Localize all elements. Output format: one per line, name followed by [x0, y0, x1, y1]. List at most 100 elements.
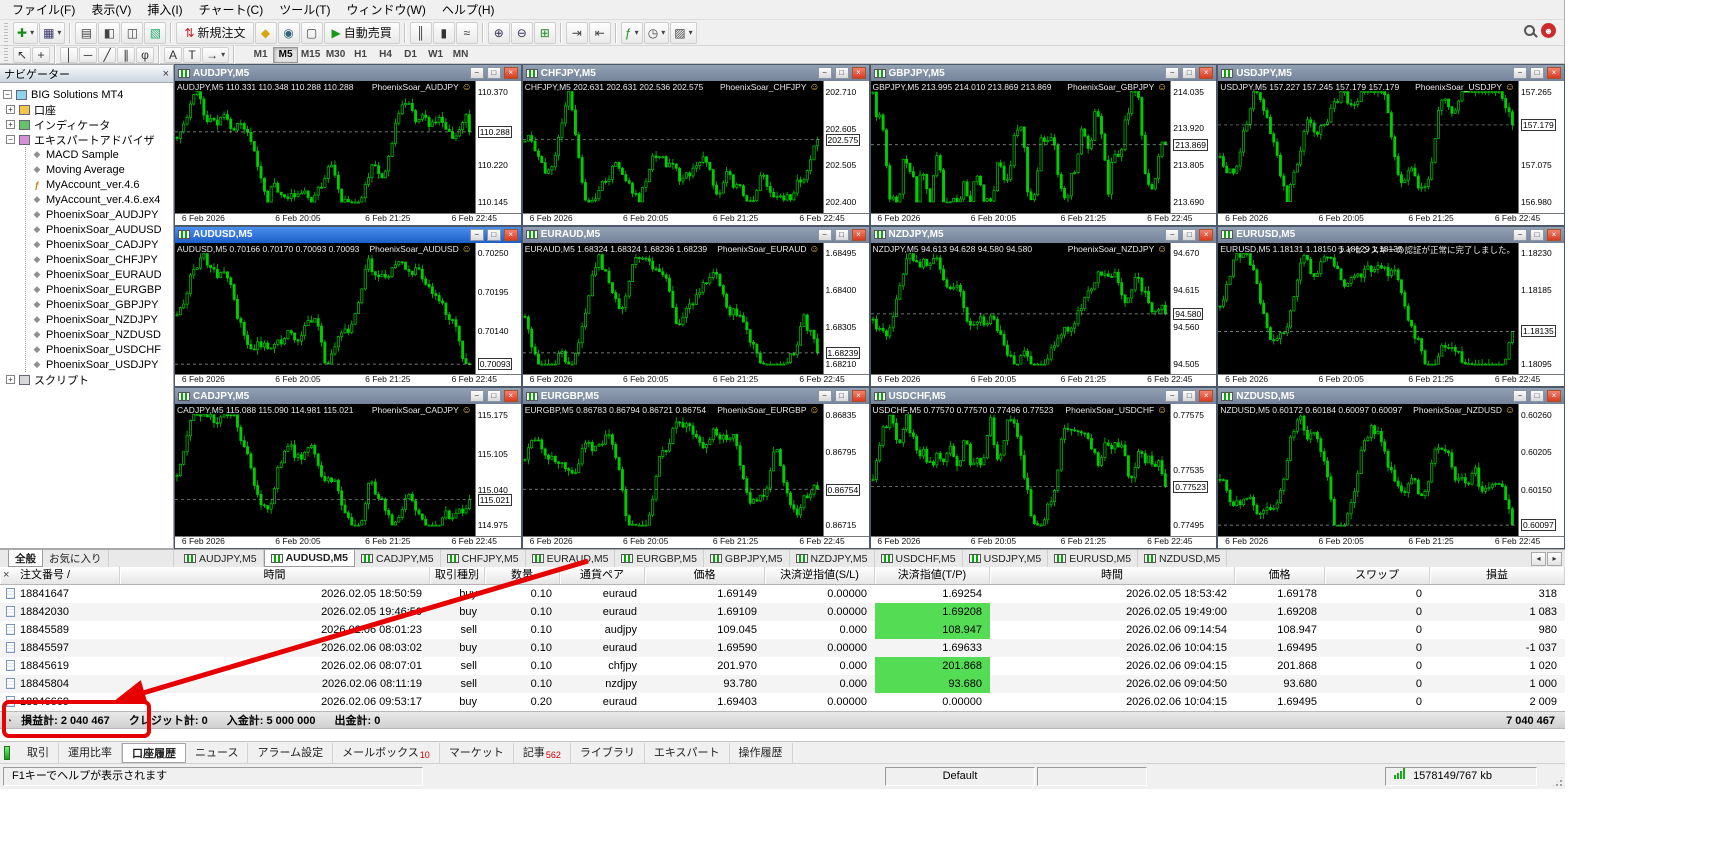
chart-close-button[interactable]: × [1199, 67, 1214, 79]
tab-scroll-left-button[interactable]: ◂ [1531, 551, 1546, 566]
expand-icon[interactable]: + [6, 375, 15, 384]
chart-minimize-button[interactable]: − [1165, 67, 1180, 79]
chart-close-button[interactable]: × [851, 228, 866, 241]
chart-minimize-button[interactable]: − [1513, 390, 1527, 403]
chart-restore-button[interactable]: □ [1530, 228, 1544, 241]
column-header-1[interactable]: 時間 [120, 567, 430, 584]
history-row-18842030[interactable]: 18842030 2026.02.05 19:46:50 buy 0.10 euraud… [0, 603, 1565, 621]
templates-button[interactable]: ▨ ▾ [670, 21, 697, 44]
chart-minimize-button[interactable]: − [817, 67, 832, 79]
tree-item-phoenixsoar-gbpjpy[interactable]: ◆ PhoenixSoar_GBPJPY [26, 297, 173, 312]
chart-minimize-button[interactable]: − [469, 390, 484, 403]
timeframe-m5-button[interactable]: M5 [273, 46, 299, 63]
chart-close-button[interactable]: × [503, 67, 518, 79]
chart-window-nzdusd-m5[interactable]: NZDUSD,M5 − □ × NZDUSD,M5 0.60172 0.60184 0.… [1217, 387, 1565, 549]
timeframe-d1-button[interactable]: D1 [398, 47, 423, 63]
tree-item-macd-sample[interactable]: ◆ MACD Sample [26, 147, 173, 162]
chart-restore-button[interactable]: □ [1182, 390, 1197, 403]
menu-item-2[interactable]: 挿入(I) [139, 0, 190, 20]
crosshair-button[interactable]: + [32, 46, 51, 63]
history-row-18845619[interactable]: 18845619 2026.02.06 08:07:01 sell 0.10 chfjp… [0, 657, 1565, 675]
auto-scroll-button[interactable]: ⇥ [565, 21, 588, 44]
chart-restore-button[interactable]: □ [834, 67, 849, 79]
text-button[interactable]: A [164, 46, 183, 63]
history-row-18845589[interactable]: 18845589 2026.02.06 08:01:23 sell 0.10 audjp… [0, 621, 1565, 639]
new-order-button[interactable]: ⇅ 新規注文 [176, 21, 254, 44]
column-header-9[interactable]: 価格 [1235, 567, 1325, 584]
column-header-10[interactable]: スワップ [1325, 567, 1430, 584]
history-row-18846669[interactable]: 18846669 2026.02.06 09:53:17 buy 0.20 euraud… [0, 693, 1565, 711]
menu-item-5[interactable]: ウィンドウ(W) [339, 0, 434, 20]
tree-item-phoenixsoar-chfjpy[interactable]: ◆ PhoenixSoar_CHFJPY [26, 252, 173, 267]
chart-minimize-button[interactable]: − [817, 390, 832, 403]
chart-window-eurgbp-m5[interactable]: EURGBP,M5 − □ × EURGBP,M5 0.86783 0.86794 0.… [521, 387, 870, 549]
bar-chart-button[interactable]: ║ [409, 21, 432, 44]
text-label-button[interactable]: T [183, 46, 202, 63]
chart-window-nzdjpy-m5[interactable]: NZDJPY,M5 − □ × NZDJPY,M5 94.613 94.628 94.5… [869, 225, 1218, 388]
chart-restore-button[interactable]: □ [486, 228, 501, 241]
chart-shift-button[interactable]: ⇤ [588, 21, 611, 44]
chart-restore-button[interactable]: □ [1530, 390, 1544, 403]
trendline-button[interactable]: ╱ [98, 46, 117, 63]
menu-item-0[interactable]: ファイル(F) [4, 0, 83, 20]
fullscreen-button[interactable]: ▢ [300, 21, 323, 44]
chart-plot[interactable]: CADJPY,M5 115.088 115.090 114.981 115.02… [175, 404, 475, 536]
column-header-5[interactable]: 価格 [645, 567, 765, 584]
periods-button[interactable]: ◷ ▾ [643, 21, 670, 44]
strategy-tester-button[interactable]: ▧ [144, 21, 167, 44]
chart-tab-audjpy-m5[interactable]: AUDJPY,M5 [178, 550, 264, 567]
tree-item-phoenixsoar-nzdjpy[interactable]: ◆ PhoenixSoar_NZDJPY [26, 312, 173, 327]
tree-root[interactable]: − BIG Solutions MT4 [3, 87, 173, 102]
tree-item-phoenixsoar-usdjpy[interactable]: ◆ PhoenixSoar_USDJPY [26, 357, 173, 372]
indicators-button[interactable]: ƒ ▾ [620, 21, 643, 44]
tree-item-moving-average[interactable]: ◆ Moving Average [26, 162, 173, 177]
terminal-tab-2[interactable]: 口座履歴 [122, 742, 186, 763]
terminal-tab-1[interactable]: 運用比率 [59, 742, 122, 763]
sound-button[interactable]: ◉ [277, 21, 300, 44]
chart-window-usdchf-m5[interactable]: USDCHF,M5 − □ × USDCHF,M5 0.77570 0.77570 0.… [869, 387, 1218, 549]
chart-window-audusd-m5[interactable]: AUDUSD,M5 − □ × AUDUSD,M5 0.70166 0.70170 0.… [174, 225, 522, 388]
status-profile[interactable]: Default [885, 767, 1035, 786]
collapse-icon[interactable]: − [3, 90, 12, 99]
tile-windows-button[interactable]: ⊞ [533, 21, 556, 44]
chart-restore-button[interactable]: □ [1530, 67, 1544, 79]
candlestick-button[interactable]: ▮ [432, 21, 455, 44]
terminal-tab-10[interactable]: 操作履歴 [730, 742, 793, 763]
tree-item-phoenixsoar-cadjpy[interactable]: ◆ PhoenixSoar_CADJPY [26, 237, 173, 252]
navigator-close-icon[interactable]: × [163, 68, 169, 80]
chart-plot[interactable]: USDCHF,M5 0.77570 0.77570 0.77496 0.7752… [870, 404, 1171, 536]
column-header-3[interactable]: 数量 [485, 567, 560, 584]
chart-minimize-button[interactable]: − [469, 228, 484, 241]
expand-icon[interactable]: + [6, 120, 15, 129]
menu-item-6[interactable]: ヘルプ(H) [434, 0, 503, 20]
metaeditor-button[interactable]: ◆ [254, 21, 277, 44]
tree-item-phoenixsoar-eurgbp[interactable]: ◆ PhoenixSoar_EURGBP [26, 282, 173, 297]
chart-plot[interactable]: USDJPY,M5 157.227 157.245 157.179 157.17… [1218, 81, 1518, 213]
cursor-button[interactable]: ↖ [13, 46, 32, 63]
chart-tab-eurusd-m5[interactable]: EURUSD,M5 [1048, 550, 1139, 567]
timeframe-mn-button[interactable]: MN [448, 47, 473, 63]
chart-close-button[interactable]: × [503, 390, 518, 403]
tree-item-phoenixsoar-audjpy[interactable]: ◆ PhoenixSoar_AUDJPY [26, 207, 173, 222]
column-header-0[interactable]: 注文番号 / [0, 567, 120, 584]
tree-group-1[interactable]: + インディケータ [6, 117, 173, 132]
terminal-tab-5[interactable]: メールボックス10 [333, 742, 440, 763]
terminal-tab-4[interactable]: アラーム設定 [248, 742, 334, 763]
profiles-button[interactable]: ▦ ▾ [39, 21, 66, 44]
chart-tab-audusd-m5[interactable]: AUDUSD,M5 [263, 550, 355, 567]
chart-tab-cadjpy-m5[interactable]: CADJPY,M5 [355, 550, 441, 567]
new-chart-button[interactable]: ✚ ▾ [13, 21, 39, 44]
chart-plot[interactable]: EURGBP,M5 0.86783 0.86794 0.86721 0.8675… [522, 404, 823, 536]
tree-item-myaccount-ver-4-6[interactable]: ƒ MyAccount_ver.4.6 [26, 177, 173, 192]
chart-tab-chfjpy-m5[interactable]: CHFJPY,M5 [441, 550, 526, 567]
history-row-18841647[interactable]: 18841647 2026.02.05 18:50:59 buy 0.10 euraud… [0, 585, 1565, 603]
timeframe-w1-button[interactable]: W1 [423, 47, 448, 63]
channel-button[interactable]: ∥ [117, 46, 136, 63]
chart-minimize-button[interactable]: − [1165, 228, 1180, 241]
chart-restore-button[interactable]: □ [834, 228, 849, 241]
terminal-close-icon[interactable]: × [3, 569, 9, 581]
chart-plot[interactable]: NZDUSD,M5 0.60172 0.60184 0.60097 0.6009… [1218, 404, 1518, 536]
chart-close-button[interactable]: × [1199, 390, 1214, 403]
timeframe-h1-button[interactable]: H1 [348, 47, 373, 63]
chart-tab-eurgbp-m5[interactable]: EURGBP,M5 [615, 550, 704, 567]
